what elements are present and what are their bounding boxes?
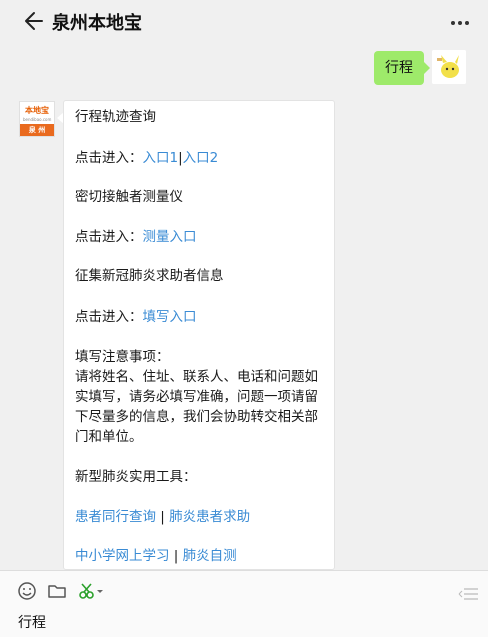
text-line: 行程轨迹查询 bbox=[75, 109, 156, 125]
text-line: 下尽量多的信息，我们会协助转交相关部 bbox=[75, 409, 318, 425]
user-message-bubble: 行程 bbox=[374, 51, 430, 85]
separator: | bbox=[156, 509, 170, 525]
folder-icon[interactable] bbox=[47, 581, 67, 601]
chat-title: 泉州本地宝 bbox=[52, 13, 142, 34]
input-toolbar: 行程 bbox=[0, 570, 488, 637]
patient-travel-query-link[interactable]: 患者同行查询 bbox=[75, 509, 156, 525]
text-line: 实填写，请务必填写准确，问题一项请留 bbox=[75, 389, 318, 405]
pneumonia-help-link[interactable]: 肺炎患者求助 bbox=[169, 509, 250, 525]
text-line: 点击进入：入口1|入口2 bbox=[75, 148, 218, 168]
fill-entry-link[interactable]: 填写入口 bbox=[143, 309, 197, 325]
text-line: 门和单位。 bbox=[75, 429, 143, 445]
chat-header: 泉州本地宝 bbox=[0, 0, 488, 44]
bot-avatar[interactable]: 本地宝 bendibao.com 泉 州 bbox=[19, 101, 55, 137]
message-input[interactable]: 行程 bbox=[18, 612, 46, 632]
text-line: 征集新冠肺炎求助者信息 bbox=[75, 268, 224, 284]
scissors-icon[interactable] bbox=[78, 581, 104, 601]
text-line: 请将姓名、住址、联系人、电话和问题如 bbox=[75, 369, 318, 385]
prefix-text: 点击进入： bbox=[75, 309, 143, 325]
bot-message-bubble: 行程轨迹查询 点击进入：入口1|入口2 密切接触者测量仪 点击进入：测量入口 征… bbox=[63, 100, 335, 570]
text-line: 填写注意事项： bbox=[75, 349, 170, 365]
user-avatar[interactable] bbox=[432, 50, 466, 84]
prefix-text: 点击进入： bbox=[75, 229, 143, 245]
entry-1-link[interactable]: 入口1 bbox=[143, 150, 179, 166]
back-arrow-icon[interactable] bbox=[22, 10, 44, 32]
text-line: 点击进入：填写入口 bbox=[75, 307, 197, 327]
text-line: 点击进入：测量入口 bbox=[75, 227, 197, 247]
measure-entry-link[interactable]: 测量入口 bbox=[143, 229, 197, 245]
more-options-icon[interactable] bbox=[450, 20, 470, 26]
self-test-link[interactable]: 肺炎自测 bbox=[183, 548, 237, 564]
bot-logo-city: 泉 州 bbox=[20, 124, 54, 136]
user-avatar-image bbox=[432, 50, 466, 84]
chat-menu-icon[interactable] bbox=[458, 587, 478, 601]
emoji-icon[interactable] bbox=[17, 581, 37, 601]
text-line: 新型肺炎实用工具： bbox=[75, 469, 197, 485]
text-line: 密切接触者测量仪 bbox=[75, 189, 183, 205]
separator: | bbox=[169, 548, 183, 564]
text-line: 患者同行查询 | 肺炎患者求助 bbox=[75, 507, 250, 527]
prefix-text: 点击进入： bbox=[75, 150, 143, 166]
text-line: 中小学网上学习 | 肺炎自测 bbox=[75, 546, 237, 566]
bot-logo-site: bendibao.com bbox=[23, 117, 52, 122]
bot-logo-text: 本地宝 bbox=[25, 106, 49, 115]
online-study-link[interactable]: 中小学网上学习 bbox=[75, 548, 170, 564]
entry-2-link[interactable]: 入口2 bbox=[183, 150, 219, 166]
